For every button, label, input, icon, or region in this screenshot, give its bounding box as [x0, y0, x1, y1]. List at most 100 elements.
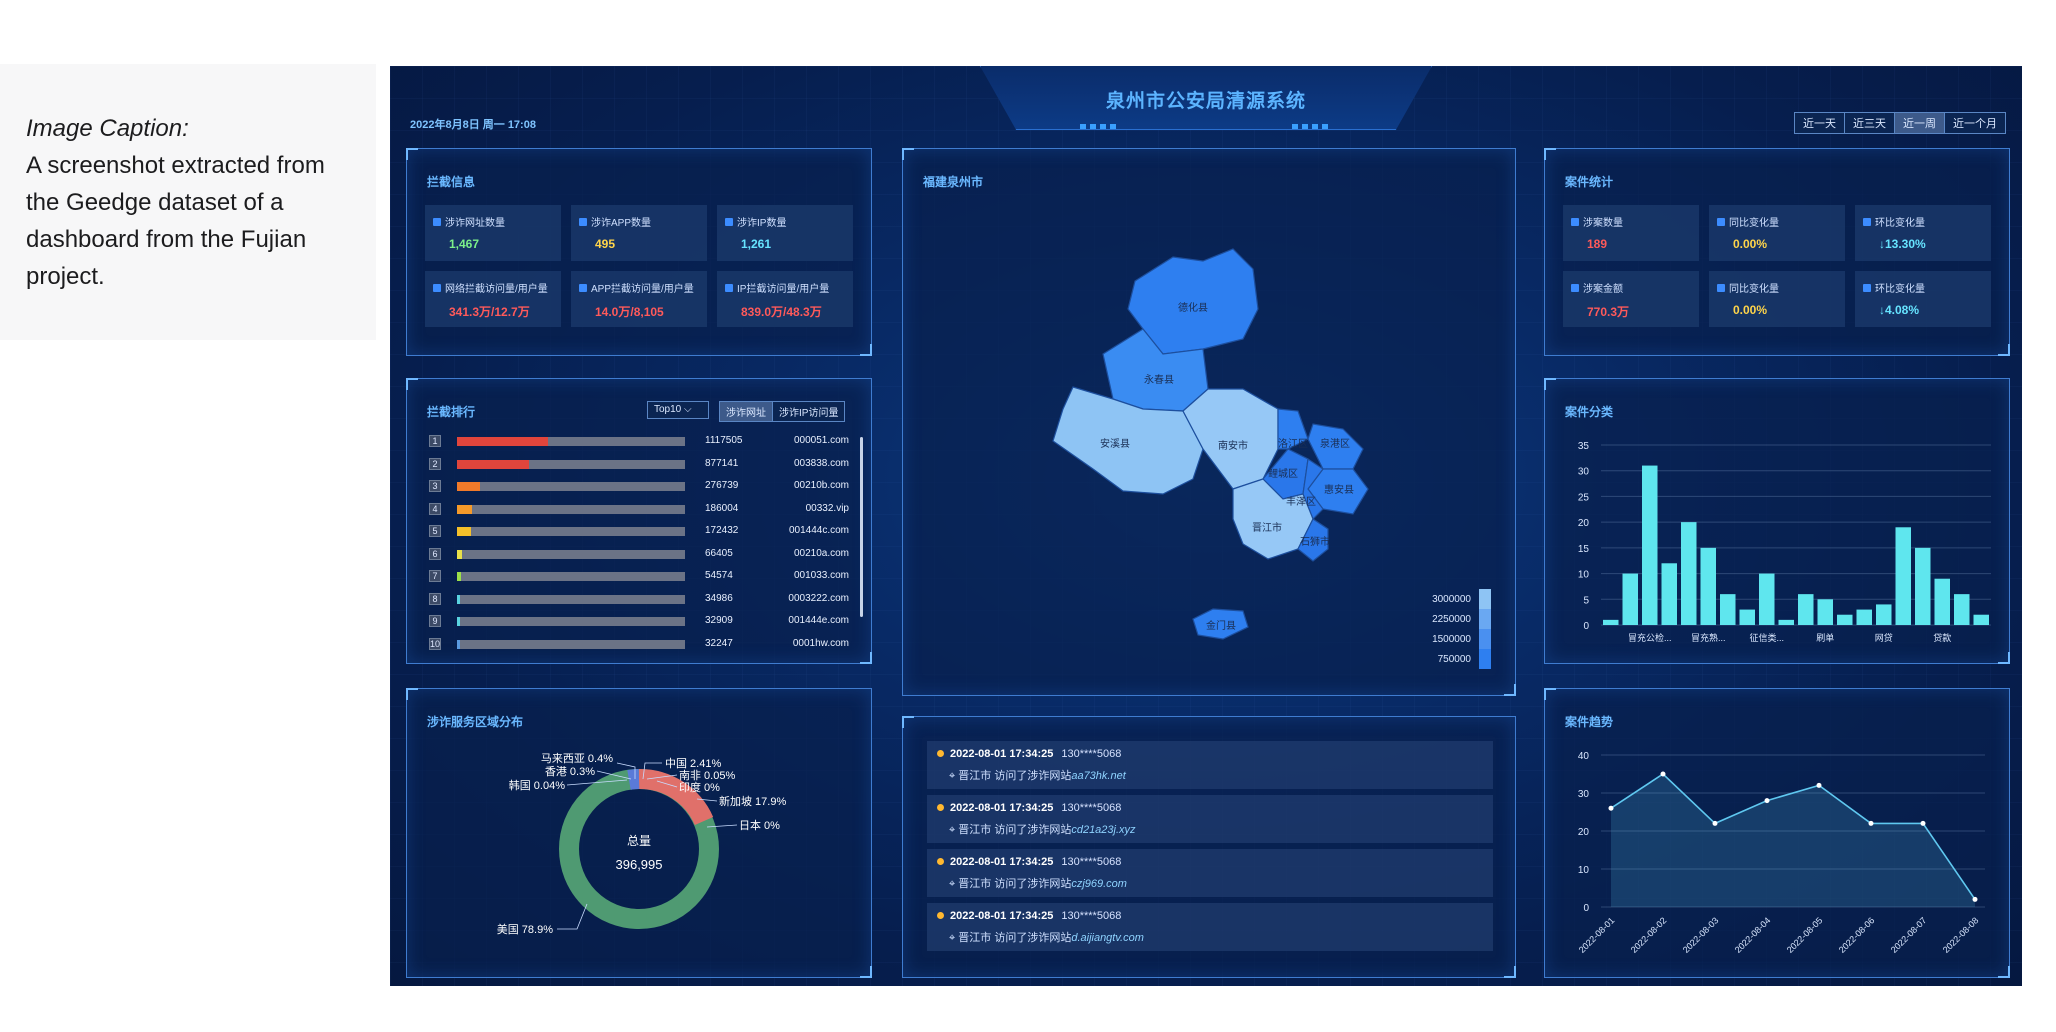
- panel-title: 拦截排行: [427, 405, 476, 419]
- district-nanan[interactable]: [1182, 388, 1279, 490]
- feed-item[interactable]: 2022-08-01 17:34:25 130****5068 ⌖ 晋江市 访问了…: [927, 903, 1493, 951]
- district-label-quangang: 泉港区: [1320, 437, 1350, 450]
- data-point[interactable]: [1816, 782, 1822, 788]
- bar[interactable]: [1681, 522, 1697, 625]
- bar[interactable]: [1798, 594, 1814, 625]
- range-1-week[interactable]: 近一周: [1895, 113, 1945, 133]
- region-label-japan: 日本 0%: [739, 818, 780, 832]
- x-tick-label: 网贷: [1875, 632, 1893, 643]
- data-point[interactable]: [1712, 820, 1718, 826]
- alert-dot-icon: [937, 912, 944, 919]
- ranking-row[interactable]: 4 186004 00332.vip: [429, 502, 849, 515]
- x-tick-label: 2022-08-06: [1837, 915, 1877, 955]
- bar[interactable]: [1915, 547, 1931, 625]
- district-label-yongchun: 永春县: [1144, 373, 1174, 386]
- donut-center-value: 396,995: [616, 857, 663, 872]
- stat-card-yoy-amount: 同比变化量 0.00%: [1709, 271, 1845, 327]
- bar[interactable]: [1700, 547, 1717, 625]
- bar[interactable]: [1720, 594, 1736, 625]
- feed-item[interactable]: 2022-08-01 17:34:25 130****5068 ⌖ 晋江市 访问了…: [927, 795, 1493, 843]
- rank-domain: 003838.com: [793, 457, 849, 469]
- ranking-row[interactable]: 10 32247 0001hw.com: [429, 637, 849, 650]
- bar[interactable]: [1817, 599, 1834, 625]
- x-tick-label: 2022-08-08: [1941, 915, 1981, 955]
- stat-value: 0.00%: [1733, 303, 1768, 317]
- bar[interactable]: [1603, 619, 1619, 625]
- bar[interactable]: [1778, 619, 1795, 625]
- ranking-row[interactable]: 6 66405 00210a.com: [429, 547, 849, 560]
- ranking-row[interactable]: 9 32909 001444e.com: [429, 615, 849, 627]
- bar[interactable]: [1837, 614, 1853, 625]
- rank-count: 34986: [705, 592, 733, 604]
- district-label-jinjiang: 晋江市: [1252, 521, 1282, 534]
- feed-item[interactable]: 2022-08-01 17:34:25 130****5068 ⌖ 晋江市 访问了…: [927, 741, 1493, 789]
- data-point[interactable]: [1660, 771, 1666, 777]
- rank-bar-track: [457, 437, 685, 446]
- tab-fraud-ip-visits[interactable]: 涉诈IP访问量: [773, 402, 845, 421]
- ranking-row[interactable]: 5 172432 001444c.com: [429, 525, 849, 537]
- rank-number: 2: [429, 457, 441, 470]
- bar[interactable]: [1622, 573, 1639, 625]
- data-point[interactable]: [1972, 896, 1978, 902]
- rank-bar-track: [457, 572, 685, 581]
- stat-value: 1,467: [449, 237, 480, 251]
- bar[interactable]: [1954, 594, 1970, 625]
- ranking-row[interactable]: 3 276739 00210b.com: [429, 480, 849, 492]
- bar[interactable]: [1856, 609, 1873, 625]
- x-tick-label: 2022-08-02: [1629, 915, 1669, 955]
- bar[interactable]: [1876, 604, 1892, 625]
- rank-bar-fill: [457, 617, 461, 626]
- bar[interactable]: [1661, 563, 1678, 625]
- bar[interactable]: [1739, 609, 1756, 625]
- ranking-row[interactable]: 1 1117505 000051.com: [429, 435, 849, 447]
- region-label-south-africa: 南非 0.05%: [679, 769, 735, 782]
- top-n-select[interactable]: Top10 ⌵: [647, 401, 709, 419]
- rank-count: 66405: [705, 547, 733, 559]
- rank-domain: 001444c.com: [788, 525, 849, 536]
- data-point[interactable]: [1868, 820, 1874, 826]
- bar[interactable]: [1973, 614, 1990, 625]
- alert-dot-icon: [937, 804, 944, 811]
- legend-label: 750000: [1438, 654, 1472, 665]
- y-tick-label: 30: [1578, 467, 1590, 478]
- rank-number: 8: [429, 592, 441, 605]
- data-point[interactable]: [1608, 805, 1614, 811]
- region-label-hongkong: 香港 0.3%: [545, 765, 595, 778]
- tab-fraud-urls[interactable]: 涉诈网址: [720, 402, 773, 421]
- location-pin-icon: ⌖: [949, 824, 956, 836]
- panel-title: 案件统计: [1565, 175, 1614, 189]
- data-point[interactable]: [1764, 798, 1770, 804]
- rank-count: 172432: [705, 525, 739, 536]
- rank-count: 276739: [705, 480, 739, 491]
- location-pin-icon: ⌖: [949, 932, 956, 944]
- range-3-days[interactable]: 近三天: [1845, 113, 1895, 133]
- data-point[interactable]: [1920, 820, 1926, 826]
- stat-card-app-intercepts: APP拦截访问量/用户量 14.0万/8,105: [571, 271, 707, 327]
- x-tick-label: 冒充公检...: [1628, 632, 1672, 643]
- region-label-china: 中国 2.41%: [665, 757, 721, 770]
- ranking-row[interactable]: 2 877141 003838.com: [429, 457, 849, 470]
- stat-card-fraud-apps: 涉诈APP数量 495: [571, 205, 707, 261]
- rank-number: 3: [429, 480, 441, 492]
- bar[interactable]: [1934, 578, 1951, 625]
- district-label-shishi: 石狮市: [1300, 535, 1330, 548]
- feed-item[interactable]: 2022-08-01 17:34:25 130****5068 ⌖ 晋江市 访问了…: [927, 849, 1493, 897]
- ranking-row[interactable]: 7 54574 001033.com: [429, 570, 849, 582]
- rank-bar-track: [457, 549, 685, 559]
- bar[interactable]: [1895, 527, 1912, 625]
- rank-bar-fill: [457, 639, 461, 649]
- range-1-day[interactable]: 近一天: [1795, 113, 1845, 133]
- rank-count: 186004: [705, 502, 739, 514]
- ranking-scrollbar[interactable]: [860, 437, 863, 617]
- stat-card-case-count: 涉案数量 189: [1563, 205, 1699, 261]
- region-donut-chart: 总量 396,995 马来西亚 0.4% 中国 2.41% 香港 0.3% 南非…: [497, 752, 787, 936]
- ranking-row[interactable]: 8 34986 0003222.com: [429, 592, 849, 605]
- rank-domain: 00210a.com: [793, 547, 849, 559]
- range-1-month[interactable]: 近一个月: [1945, 113, 2005, 133]
- legend-label: 1500000: [1432, 634, 1471, 645]
- region-label-india: 印度 0%: [679, 780, 720, 794]
- bar[interactable]: [1642, 465, 1658, 625]
- bar[interactable]: [1759, 573, 1775, 625]
- region-label-singapore: 新加坡 17.9%: [719, 794, 786, 808]
- rank-number: 4: [429, 502, 441, 515]
